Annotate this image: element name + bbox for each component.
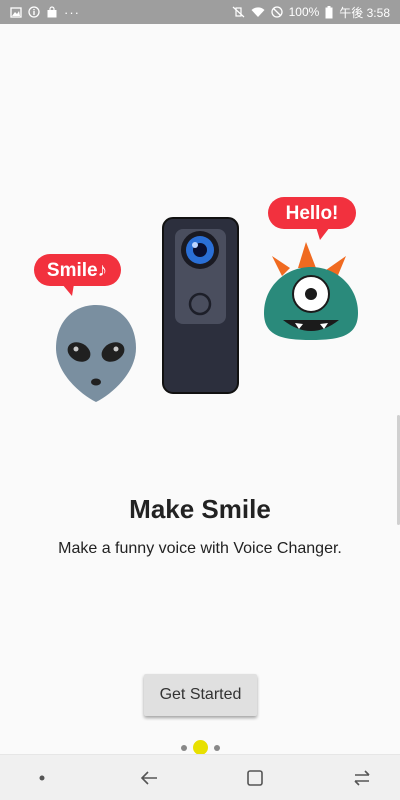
alien-character bbox=[56, 305, 136, 402]
clock: 午後 3:58 bbox=[339, 5, 390, 20]
page-title: Make Smile bbox=[129, 494, 271, 524]
status-bar: ··· 100% 午後 3:58 bbox=[0, 0, 400, 24]
info-icon bbox=[28, 6, 40, 18]
smile-speech-bubble: Smile♪ bbox=[34, 254, 121, 296]
page-subtitle: Make a funny voice with Voice Changer. bbox=[58, 540, 342, 557]
back-button[interactable] bbox=[129, 758, 169, 798]
page-indicator bbox=[0, 740, 400, 755]
vibrate-mute-icon bbox=[232, 6, 245, 18]
navigation-bar bbox=[0, 754, 400, 800]
battery-percent: 100% bbox=[288, 5, 320, 19]
photo-notification-icon bbox=[10, 6, 22, 18]
back-icon bbox=[140, 770, 157, 785]
monster-character bbox=[264, 242, 358, 340]
onboarding-illustration: Smile♪ Hello! bbox=[34, 197, 358, 402]
recents-icon bbox=[354, 769, 370, 786]
do-not-disturb-icon bbox=[270, 6, 283, 18]
status-bar-right: 100% 午後 3:58 bbox=[232, 4, 390, 21]
status-bar-left: ··· bbox=[10, 5, 80, 20]
page-dot-1 bbox=[180, 744, 187, 751]
hello-bubble-text: Hello! bbox=[286, 203, 339, 224]
page-dot-3 bbox=[213, 744, 220, 751]
battery-icon bbox=[325, 5, 333, 19]
camera-character bbox=[162, 217, 239, 394]
hello-speech-bubble: Hello! bbox=[268, 197, 356, 240]
onboarding-page: Smile♪ Hello! Make Smile Make a funny vo… bbox=[0, 24, 400, 755]
shopping-bag-icon bbox=[46, 6, 58, 18]
get-started-button[interactable]: Get Started bbox=[144, 674, 257, 716]
home-button[interactable] bbox=[235, 758, 275, 798]
nav-dot-button[interactable] bbox=[22, 758, 62, 798]
dot-icon bbox=[39, 775, 45, 780]
page-dot-2-active bbox=[192, 740, 208, 755]
smile-bubble-text: Smile♪ bbox=[47, 260, 107, 281]
wifi-icon bbox=[251, 6, 265, 18]
home-icon bbox=[247, 769, 264, 786]
recents-button[interactable] bbox=[342, 758, 382, 798]
more-notifications-indicator: ··· bbox=[64, 4, 80, 20]
